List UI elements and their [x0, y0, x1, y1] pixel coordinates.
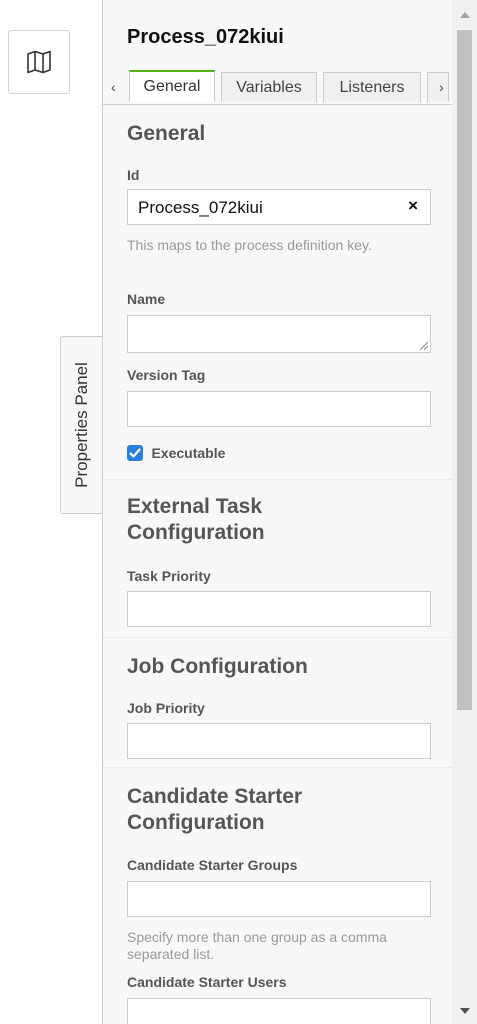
name-label: Name [127, 291, 166, 307]
general-heading: General [127, 122, 206, 145]
job-priority-input[interactable] [127, 723, 431, 759]
general-section: General Id Process_072kiui × This maps t… [103, 105, 453, 480]
id-input-value: Process_072kiui [138, 198, 263, 217]
checkmark-icon [129, 448, 141, 458]
tab-scroll-right-icon[interactable]: › [439, 79, 444, 95]
version-tag-input[interactable] [127, 391, 431, 427]
executable-row: Executable [127, 444, 225, 462]
tab-bar: ‹ General Variables Listeners › [103, 68, 453, 106]
resize-grip-icon[interactable] [418, 340, 428, 350]
candidate-users-input[interactable] [127, 998, 431, 1024]
candidate-starter-heading: Candidate Starter Configuration [127, 785, 303, 834]
panel-title: Process_072kiui [127, 26, 284, 48]
scroll-thumb[interactable] [457, 30, 472, 710]
scroll-up-arrow-icon[interactable] [460, 12, 470, 18]
tab-general[interactable]: General [129, 70, 215, 102]
properties-panel-toggle[interactable]: Properties Panel [60, 336, 103, 514]
task-priority-input[interactable] [127, 591, 431, 627]
tab-listeners[interactable]: Listeners [323, 72, 421, 102]
job-heading: Job Configuration [127, 655, 308, 678]
id-label: Id [127, 167, 140, 183]
external-task-heading: External Task Configuration [127, 495, 265, 544]
properties-panel-toggle-label: Properties Panel [72, 362, 91, 488]
task-priority-label: Task Priority [127, 568, 211, 584]
version-tag-label: Version Tag [127, 367, 206, 383]
properties-panel: Process_072kiui ‹ General Variables List… [102, 0, 453, 1024]
vertical-scrollbar[interactable] [452, 0, 477, 1024]
external-task-section: External Task Configuration Task Priorit… [103, 480, 453, 638]
tab-scroll-left-icon[interactable]: ‹ [111, 79, 116, 95]
id-input[interactable]: Process_072kiui × [127, 189, 431, 225]
candidate-groups-hint: Specify more than one group as a comma s… [127, 929, 387, 962]
name-textarea[interactable] [127, 315, 431, 353]
job-priority-label: Job Priority [127, 700, 205, 716]
tab-variables[interactable]: Variables [221, 72, 317, 102]
scroll-down-arrow-icon[interactable] [460, 1008, 470, 1014]
candidate-users-label: Candidate Starter Users [127, 974, 287, 990]
executable-checkbox[interactable] [127, 444, 143, 461]
panel-content: General Id Process_072kiui × This maps t… [103, 105, 453, 1024]
job-section: Job Configuration Job Priority [103, 638, 453, 768]
clear-icon[interactable]: × [408, 196, 418, 216]
candidate-groups-label: Candidate Starter Groups [127, 857, 298, 873]
tab-overflow[interactable] [427, 72, 449, 102]
id-hint: This maps to the process definition key. [127, 237, 372, 253]
executable-label: Executable [151, 444, 226, 461]
map-icon [27, 50, 51, 74]
map-toggle-button[interactable] [8, 30, 70, 94]
candidate-groups-input[interactable] [127, 881, 431, 917]
candidate-starter-section: Candidate Starter Configuration Candidat… [103, 768, 453, 1024]
